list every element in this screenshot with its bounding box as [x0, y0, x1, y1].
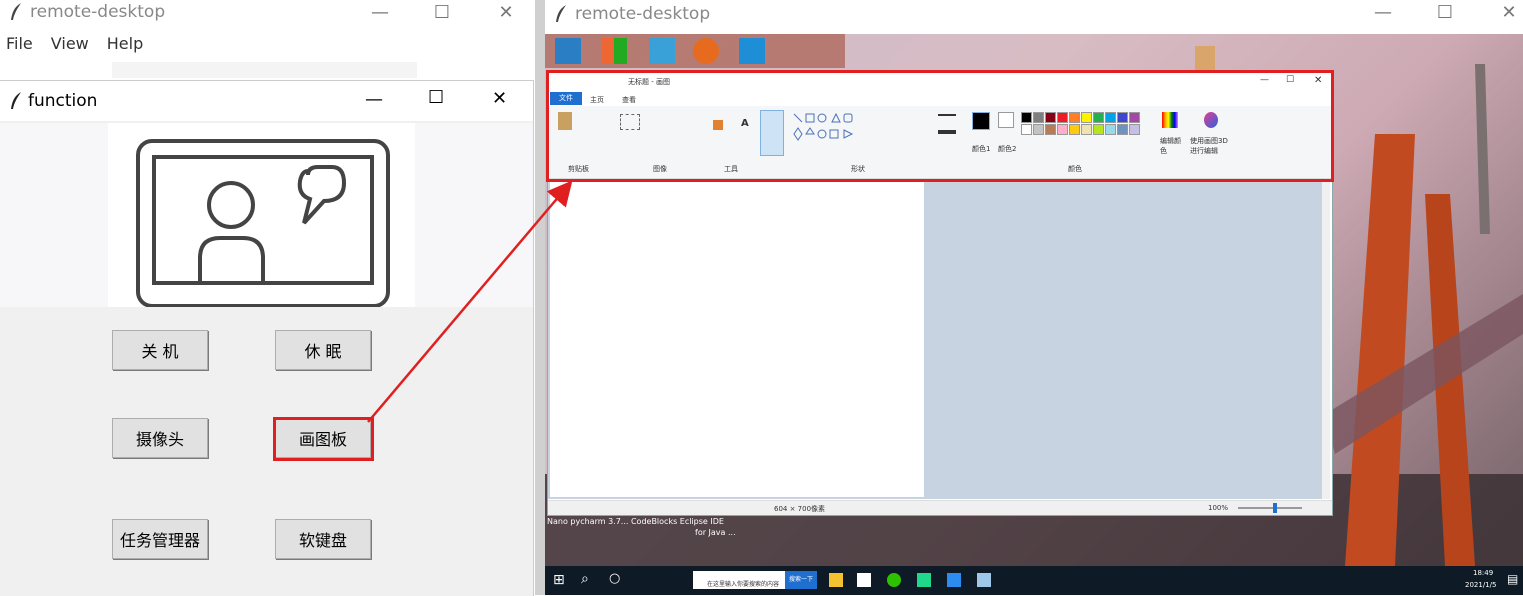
taskbar-app-store[interactable]	[857, 573, 871, 587]
taskbar-app-wechat[interactable]	[887, 573, 901, 587]
task-view-icon[interactable]: ○	[609, 571, 620, 586]
search-icon[interactable]: ⌕	[581, 571, 589, 587]
remote-taskbar: ⊞ ⌕ ○ 在这里输入你要搜索的内容 搜索一下 18:49 2021/1/5 ▤	[545, 566, 1523, 595]
taskbar-app-blue[interactable]	[947, 573, 961, 587]
red-arrow	[367, 180, 573, 423]
taskbar-search-box[interactable]: 在这里输入你要搜索的内容	[693, 571, 785, 589]
taskbar-search-placeholder: 在这里输入你要搜索的内容	[707, 581, 780, 588]
taskbar-app-paint[interactable]	[977, 573, 991, 587]
taskbar-app-explorer[interactable]	[829, 573, 843, 587]
taskbar-app-pycharm[interactable]	[917, 573, 931, 587]
taskbar-search-button[interactable]: 搜索一下	[785, 571, 817, 589]
notification-icon[interactable]: ▤	[1507, 572, 1518, 586]
start-icon[interactable]: ⊞	[553, 572, 565, 588]
clock-time: 18:49	[1473, 569, 1494, 577]
clock-date: 2021/1/5	[1465, 581, 1497, 589]
